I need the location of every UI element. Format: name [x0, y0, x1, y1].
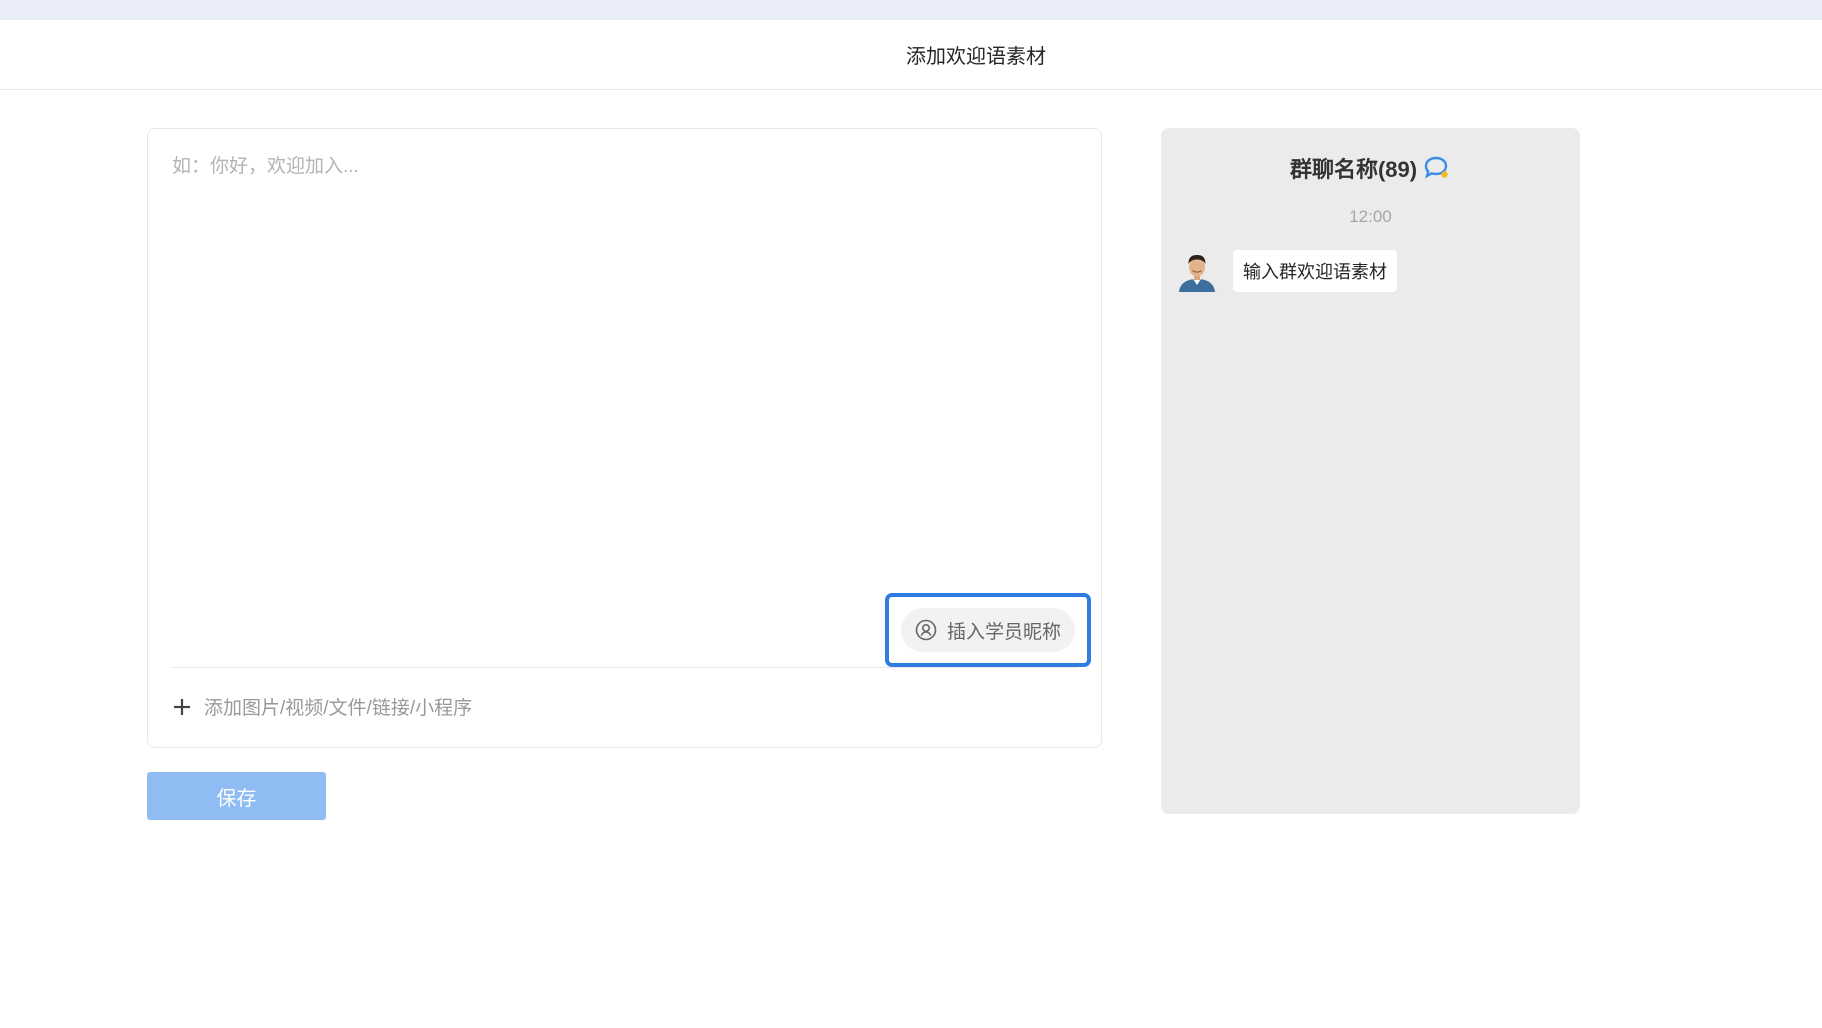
page-header: 添加欢迎语素材 [0, 20, 1822, 90]
welcome-message-editor[interactable]: 如：你好，欢迎加入... 插入学员昵称 添加图片/视频/文件/链接/小程序 [147, 128, 1102, 748]
editor-placeholder: 如：你好，欢迎加入... [172, 156, 359, 177]
insert-nickname-label: 插入学员昵称 [946, 621, 1061, 643]
chat-title-row: 群聊名称(89) [1161, 152, 1580, 184]
insert-nickname-highlight: 插入学员昵称 [885, 593, 1091, 667]
chat-preview-panel: 群聊名称(89) 12:00 输入群欢迎语素材 [1161, 128, 1580, 814]
insert-nickname-button[interactable]: 插入学员昵称 [900, 608, 1075, 652]
message-timestamp: 12:00 [1349, 207, 1392, 226]
user-circle-icon [915, 619, 937, 641]
add-media-label: 添加图片/视频/文件/链接/小程序 [204, 698, 473, 719]
plus-icon [172, 697, 192, 717]
avatar [1175, 248, 1219, 292]
editor-divider [172, 667, 1078, 668]
page-title: 添加欢迎语素材 [906, 46, 1046, 68]
add-media-button[interactable]: 添加图片/视频/文件/链接/小程序 [172, 693, 472, 720]
chat-title: 群聊名称(89) [1289, 157, 1418, 182]
preview-message-bubble: 输入群欢迎语素材 [1233, 250, 1397, 292]
chat-bubble-icon [1423, 155, 1451, 181]
save-button[interactable]: 保存 [147, 772, 326, 820]
top-strip [0, 0, 1822, 20]
